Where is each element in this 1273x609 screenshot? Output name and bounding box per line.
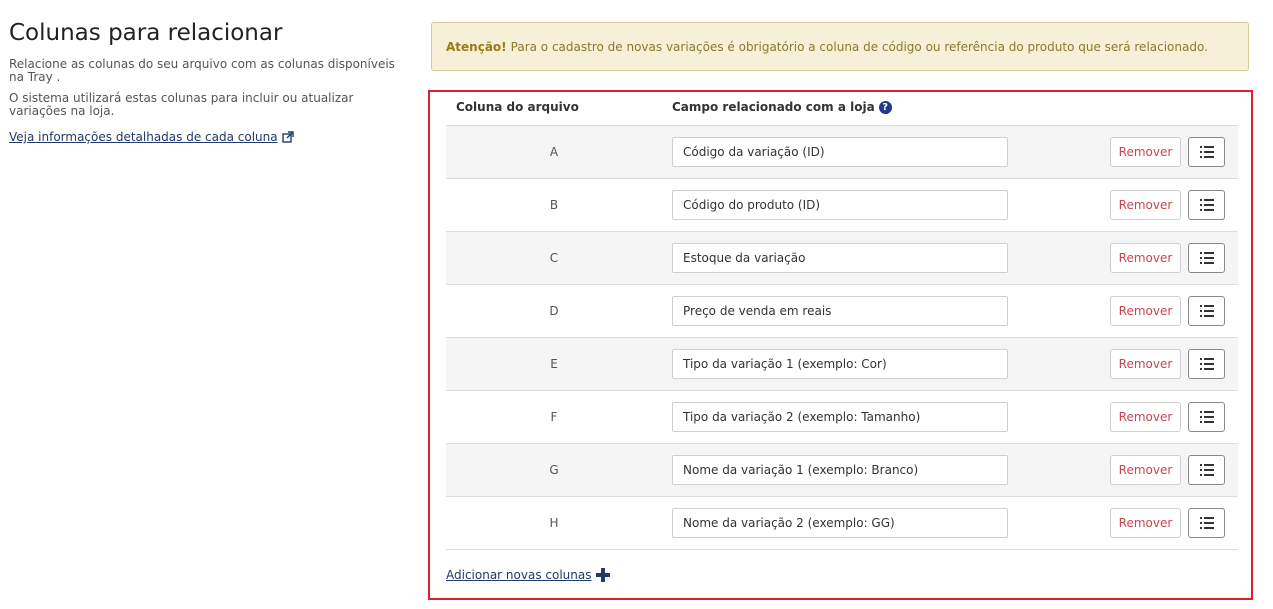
file-column-letter: B: [549, 198, 559, 212]
column-info-link[interactable]: Veja informações detalhadas de cada colu…: [9, 130, 294, 144]
table-row: G Nome da variação 1 (exemplo: Branco) R…: [446, 444, 1238, 497]
related-field-input[interactable]: Nome da variação 1 (exemplo: Branco): [672, 455, 1008, 485]
column-header-field: Campo relacionado com a loja ?: [672, 100, 892, 114]
table-header: Coluna do arquivo Campo relacionado com …: [446, 92, 1238, 126]
remove-button[interactable]: Remover: [1110, 137, 1181, 167]
list-icon: [1199, 305, 1214, 317]
alert-title: Atenção!: [446, 39, 507, 54]
remove-button[interactable]: Remover: [1110, 296, 1181, 326]
options-list-button[interactable]: [1188, 296, 1225, 326]
related-field-input[interactable]: Nome da variação 2 (exemplo: GG): [672, 508, 1008, 538]
list-icon: [1199, 411, 1214, 423]
options-list-button[interactable]: [1188, 508, 1225, 538]
table-row: E Tipo da variação 1 (exemplo: Cor) Remo…: [446, 338, 1238, 391]
remove-button[interactable]: Remover: [1110, 349, 1181, 379]
related-field-input[interactable]: Estoque da variação: [672, 243, 1008, 273]
column-mapping-panel: Coluna do arquivo Campo relacionado com …: [428, 90, 1253, 600]
external-link-icon: [281, 131, 294, 143]
list-icon: [1199, 146, 1214, 158]
file-column-letter: F: [550, 410, 558, 424]
options-list-button[interactable]: [1188, 402, 1225, 432]
remove-button[interactable]: Remover: [1110, 402, 1181, 432]
list-icon: [1199, 464, 1214, 476]
plus-icon: [595, 568, 610, 582]
file-column-letter: E: [550, 357, 558, 371]
warning-alert: Atenção! Para o cadastro de novas variaç…: [431, 22, 1249, 71]
related-field-input[interactable]: Tipo da variação 1 (exemplo: Cor): [672, 349, 1008, 379]
intro-description: Relacione as colunas do seu arquivo com …: [9, 57, 395, 84]
related-field-input[interactable]: Código do produto (ID): [672, 190, 1008, 220]
options-list-button[interactable]: [1188, 349, 1225, 379]
file-column-letter: A: [549, 145, 559, 159]
remove-button[interactable]: Remover: [1110, 508, 1181, 538]
related-field-input[interactable]: Preço de venda em reais: [672, 296, 1008, 326]
table-row: F Tipo da variação 2 (exemplo: Tamanho) …: [446, 391, 1238, 444]
remove-button[interactable]: Remover: [1110, 190, 1181, 220]
page-title: Colunas para relacionar: [9, 20, 283, 46]
list-icon: [1199, 252, 1214, 264]
table-row: C Estoque da variação Remover: [446, 232, 1238, 285]
table-row: H Nome da variação 2 (exemplo: GG) Remov…: [446, 497, 1238, 550]
list-icon: [1199, 358, 1214, 370]
mapping-rows: A Código da variação (ID) Remover B Códi…: [446, 126, 1238, 550]
list-icon: [1199, 517, 1214, 529]
intro-section: Colunas para relacionar Relacione as col…: [9, 18, 409, 145]
remove-button[interactable]: Remover: [1110, 243, 1181, 273]
related-field-input[interactable]: Tipo da variação 2 (exemplo: Tamanho): [672, 402, 1008, 432]
options-list-button[interactable]: [1188, 137, 1225, 167]
table-row: A Código da variação (ID) Remover: [446, 126, 1238, 179]
system-description: O sistema utilizará estas colunas para i…: [9, 91, 354, 118]
column-header-file: Coluna do arquivo: [456, 100, 579, 114]
file-column-letter: D: [549, 304, 559, 318]
options-list-button[interactable]: [1188, 455, 1225, 485]
help-icon[interactable]: ?: [878, 100, 892, 114]
alert-message: Para o cadastro de novas variações é obr…: [510, 39, 1208, 54]
column-info-link-label: Veja informações detalhadas de cada colu…: [9, 130, 278, 144]
add-columns-label: Adicionar novas colunas: [446, 568, 592, 582]
column-header-field-label: Campo relacionado com a loja: [672, 100, 875, 114]
options-list-button[interactable]: [1188, 243, 1225, 273]
options-list-button[interactable]: [1188, 190, 1225, 220]
file-column-letter: C: [549, 251, 559, 265]
related-field-input[interactable]: Código da variação (ID): [672, 137, 1008, 167]
remove-button[interactable]: Remover: [1110, 455, 1181, 485]
table-row: D Preço de venda em reais Remover: [446, 285, 1238, 338]
add-columns-link[interactable]: Adicionar novas colunas: [446, 568, 610, 582]
file-column-letter: H: [549, 516, 559, 530]
file-column-letter: G: [549, 463, 559, 477]
table-row: B Código do produto (ID) Remover: [446, 179, 1238, 232]
list-icon: [1199, 199, 1214, 211]
